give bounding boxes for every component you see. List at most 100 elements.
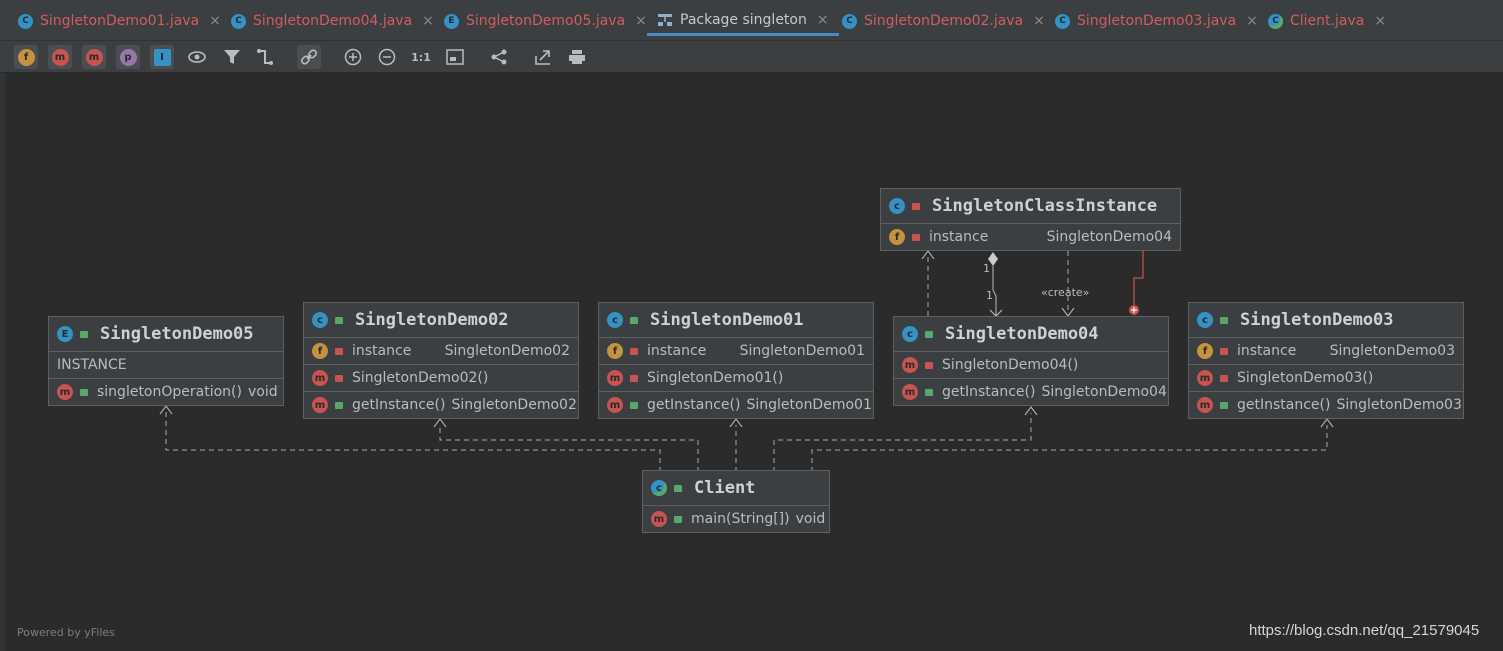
private-icon [335, 347, 343, 355]
field-icon: f [312, 343, 328, 359]
constructor-row[interactable]: m SingletonDemo02() [304, 365, 578, 392]
method-row[interactable]: m getInstance() SingletonDemo02 [304, 392, 578, 418]
public-icon [335, 316, 343, 324]
arrowhead [433, 418, 447, 428]
class-node-singletondemo01[interactable]: c SingletonDemo01 f instance SingletonDe… [598, 302, 874, 419]
constructor-row[interactable]: m SingletonDemo04() [894, 352, 1168, 379]
field-name: instance [647, 343, 707, 359]
constructor-row[interactable]: m SingletonDemo01() [599, 365, 873, 392]
class-name: SingletonDemo03 [1240, 310, 1394, 330]
class-name: Client [694, 478, 756, 498]
class-node-header: c SingletonClassInstance [881, 189, 1180, 224]
class-node-singletondemo05[interactable]: E SingletonDemo05 INSTANCE m singletonOp… [48, 316, 284, 406]
dependency-edge [165, 412, 661, 472]
public-icon [80, 388, 88, 396]
method-icon: m [902, 384, 918, 400]
watermark: https://blog.csdn.net/qq_21579045 [1249, 622, 1480, 639]
class-icon: c [312, 312, 328, 328]
class-icon: c [1197, 312, 1213, 328]
private-icon [1220, 374, 1228, 382]
class-name: SingletonClassInstance [932, 196, 1158, 216]
class-node-singletondemo04[interactable]: c SingletonDemo04 m SingletonDemo04() m … [893, 316, 1169, 406]
field-type: SingletonDemo03 [1329, 343, 1455, 359]
public-icon [1220, 316, 1228, 324]
class-node-header: c SingletonDemo01 [599, 303, 873, 338]
method-icon: m [1197, 397, 1213, 413]
method-icon: m [607, 370, 623, 386]
class-icon: c [607, 312, 623, 328]
field-row[interactable]: f instance SingletonDemo03 [1189, 338, 1463, 365]
field-name: instance [1237, 343, 1297, 359]
private-icon [912, 202, 920, 210]
runnable-class-icon: c [651, 480, 667, 496]
method-type: SingletonDemo02 [451, 397, 577, 413]
enum-constant-row[interactable]: INSTANCE [49, 352, 283, 379]
method-type: SingletonDemo01 [746, 397, 872, 413]
class-icon: c [889, 198, 905, 214]
class-node-singletondemo03[interactable]: c SingletonDemo03 f instance SingletonDe… [1188, 302, 1464, 419]
multiplicity-label: 1 [983, 262, 990, 275]
class-node-singletondemo02[interactable]: c SingletonDemo02 f instance SingletonDe… [303, 302, 579, 419]
method-icon: m [312, 370, 328, 386]
field-type: SingletonDemo02 [444, 343, 570, 359]
method-name: main(String[]) [691, 511, 790, 527]
method-icon: m [902, 357, 918, 373]
method-icon: m [651, 511, 667, 527]
method-name: getInstance() [1237, 397, 1331, 413]
method-type: void [247, 384, 278, 400]
enum-icon: E [57, 326, 73, 342]
method-icon: m [1197, 370, 1213, 386]
method-name: singletonOperation() [97, 384, 242, 400]
private-icon [1220, 347, 1228, 355]
field-row[interactable]: f instance SingletonDemo04 [881, 224, 1180, 250]
enum-constant: INSTANCE [57, 357, 127, 373]
private-icon [630, 374, 638, 382]
method-type: SingletonDemo04 [1041, 384, 1167, 400]
method-name: getInstance() [352, 397, 446, 413]
field-row[interactable]: f instance SingletonDemo01 [599, 338, 873, 365]
field-row[interactable]: f instance SingletonDemo02 [304, 338, 578, 365]
public-icon [674, 484, 682, 492]
method-row[interactable]: m main(String[]) void [643, 506, 829, 532]
public-icon [925, 388, 933, 396]
class-name: SingletonDemo01 [650, 310, 804, 330]
powered-by-label: Powered by yFiles [17, 626, 115, 639]
class-node-header: c SingletonDemo02 [304, 303, 578, 338]
constructor-name: SingletonDemo02() [352, 370, 489, 386]
class-node-header: c Client [643, 471, 829, 506]
public-icon [630, 316, 638, 324]
method-type: void [795, 511, 826, 527]
create-stereotype-label: «create» [1041, 286, 1090, 299]
constructor-name: SingletonDemo01() [647, 370, 784, 386]
private-icon [912, 233, 920, 241]
class-node-singletonclassinstance[interactable]: c SingletonClassInstance f instance Sing… [880, 188, 1181, 251]
method-name: getInstance() [647, 397, 741, 413]
class-node-header: c SingletonDemo04 [894, 317, 1168, 352]
field-icon: f [1197, 343, 1213, 359]
class-node-header: E SingletonDemo05 [49, 317, 283, 352]
class-name: SingletonDemo04 [945, 324, 1099, 344]
public-icon [674, 515, 682, 523]
field-name: instance [352, 343, 412, 359]
dependency-edge [439, 425, 699, 472]
public-icon [630, 401, 638, 409]
method-row[interactable]: m getInstance() SingletonDemo01 [599, 392, 873, 418]
class-name: SingletonDemo02 [355, 310, 509, 330]
dependency-edge [811, 425, 1328, 472]
private-icon [630, 347, 638, 355]
class-node-client[interactable]: c Client m main(String[]) void [642, 470, 830, 533]
method-row[interactable]: m getInstance() SingletonDemo04 [894, 379, 1168, 405]
field-icon: f [607, 343, 623, 359]
public-icon [80, 330, 88, 338]
multiplicity-label: 1 [986, 289, 993, 302]
method-name: getInstance() [942, 384, 1036, 400]
method-row[interactable]: m getInstance() SingletonDemo03 [1189, 392, 1463, 418]
method-icon: m [312, 397, 328, 413]
method-row[interactable]: m singletonOperation() void [49, 379, 283, 405]
constructor-row[interactable]: m SingletonDemo03() [1189, 365, 1463, 392]
constructor-name: SingletonDemo04() [942, 357, 1079, 373]
field-type: SingletonDemo04 [1046, 229, 1172, 245]
field-icon: f [889, 229, 905, 245]
constructor-name: SingletonDemo03() [1237, 370, 1374, 386]
private-icon [925, 361, 933, 369]
